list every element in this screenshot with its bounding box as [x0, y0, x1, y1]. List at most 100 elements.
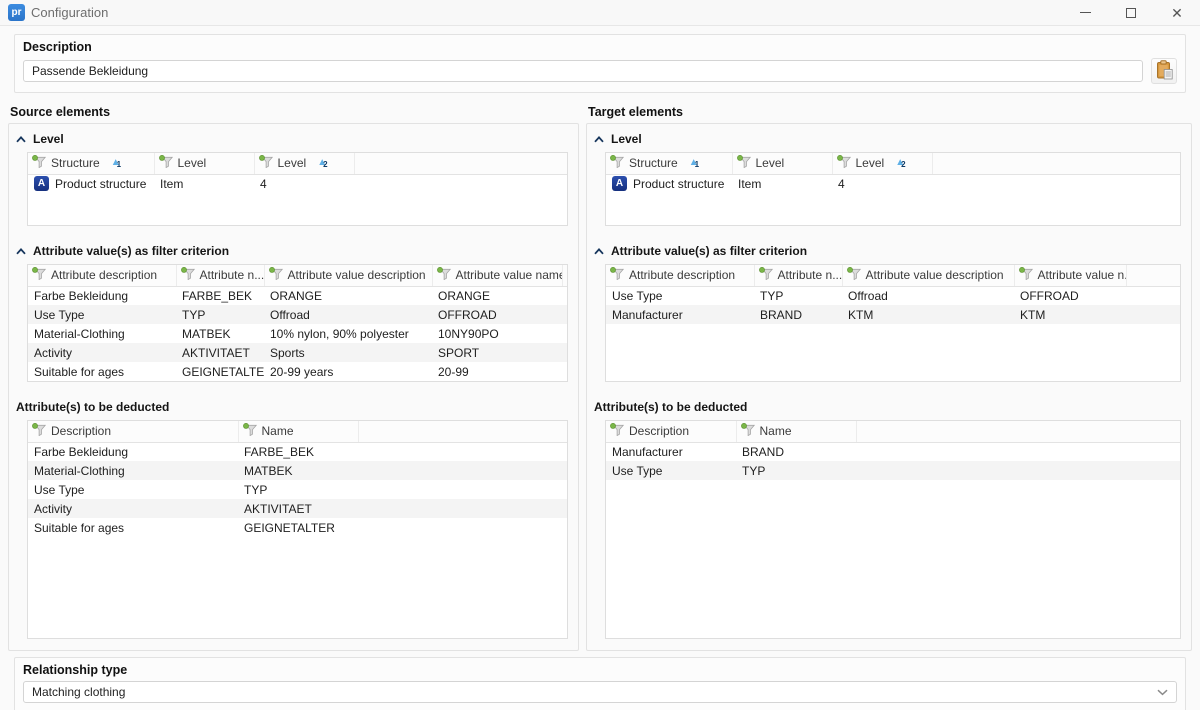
column-header[interactable]: Attribute value name	[432, 265, 562, 286]
table-row[interactable]: ManufacturerBRAND	[606, 442, 1180, 461]
column-header[interactable]: Level	[732, 153, 832, 174]
table-row[interactable]: Material-ClothingMATBEK	[28, 461, 567, 480]
table-cell: OFFROAD	[1014, 286, 1126, 305]
cell-text: AKTIVITAET	[244, 502, 312, 516]
table-cell: Item	[154, 174, 254, 193]
relationship-type-select[interactable]: Matching clothing	[23, 681, 1177, 703]
filter-icon[interactable]	[159, 155, 173, 171]
filter-icon[interactable]	[610, 267, 624, 283]
column-header[interactable]: Attribute n...	[754, 265, 842, 286]
cell-text: MATBEK	[244, 464, 292, 478]
table-row[interactable]: Suitable for agesGEIGNETALTER	[28, 518, 567, 537]
column-header[interactable]: Level▲2	[254, 153, 354, 174]
cell-text: KTM	[848, 308, 873, 322]
column-header[interactable]: Attribute description	[28, 265, 176, 286]
minimize-button[interactable]	[1062, 0, 1108, 25]
column-header[interactable]: Attribute description	[606, 265, 754, 286]
filter-icon[interactable]	[269, 267, 283, 283]
table-row[interactable]: Use TypeTYPOffroadOFFROAD	[606, 286, 1180, 305]
table-row[interactable]: Suitable for agesGEIGNETALTER20-99 years…	[28, 362, 567, 381]
source-elements-label: Source elements	[10, 105, 579, 123]
cell-text: AKTIVITAET	[182, 346, 250, 360]
filter-icon[interactable]	[1019, 267, 1033, 283]
filter-icon[interactable]	[741, 423, 755, 439]
table-row[interactable]: AProduct structureItem4	[606, 174, 1180, 193]
column-header[interactable]: Attribute n...	[176, 265, 264, 286]
source-deducted-table: Description Name Farbe BekleidungFARBE_BEK…	[27, 420, 568, 639]
filter-icon[interactable]	[32, 155, 46, 171]
filter-icon[interactable]	[437, 267, 451, 283]
cell-text: 10% nylon, 90% polyester	[270, 327, 409, 341]
column-header[interactable]: Name	[736, 421, 856, 442]
table-cell-filler	[358, 499, 567, 518]
column-header[interactable]: Description	[28, 421, 238, 442]
table-cell: BRAND	[754, 305, 842, 324]
table-row[interactable]: Use TypeTYP	[606, 461, 1180, 480]
filter-icon[interactable]	[847, 267, 861, 283]
column-header[interactable]: Attribute value description	[842, 265, 1014, 286]
table-cell: 20-99	[432, 362, 562, 381]
cell-text: TYP	[182, 308, 205, 322]
table-cell: Farbe Bekleidung	[28, 286, 176, 305]
section-header-source-level[interactable]: Level	[16, 132, 569, 146]
column-header[interactable]: Structure▲1	[606, 153, 732, 174]
clipboard-icon	[1154, 60, 1174, 83]
filter-icon[interactable]	[610, 155, 624, 171]
table-row[interactable]: Farbe BekleidungFARBE_BEKORANGEORANGE	[28, 286, 567, 305]
column-header[interactable]: Structure▲1	[28, 153, 154, 174]
filter-icon[interactable]	[259, 155, 273, 171]
description-input[interactable]	[23, 60, 1143, 82]
table-row[interactable]: ActivityAKTIVITAET	[28, 499, 567, 518]
table-cell: TYP	[736, 461, 856, 480]
table-row[interactable]: Material-ClothingMATBEK10% nylon, 90% po…	[28, 324, 567, 343]
maximize-button[interactable]	[1108, 0, 1154, 25]
table-cell: 20-99 years	[264, 362, 432, 381]
column-header-label: Name	[262, 424, 294, 438]
filter-icon[interactable]	[32, 423, 46, 439]
column-header-filler	[856, 421, 1180, 442]
title-bar: pr Configuration ✕	[0, 0, 1200, 26]
section-header-source-filter[interactable]: Attribute value(s) as filter criterion	[16, 244, 569, 258]
cell-text: GEIGNETALTER	[244, 521, 335, 535]
table-row[interactable]: ActivityAKTIVITAETSportsSPORT	[28, 343, 567, 362]
filter-icon[interactable]	[32, 267, 46, 283]
table-row[interactable]: ManufacturerBRANDKTMKTM	[606, 305, 1180, 324]
paste-button[interactable]	[1151, 58, 1177, 84]
filter-icon[interactable]	[243, 423, 257, 439]
collapse-chevron-icon	[16, 132, 26, 146]
column-header[interactable]: Level	[154, 153, 254, 174]
table-cell-filler	[856, 442, 1180, 461]
column-header[interactable]: Attribute value description	[264, 265, 432, 286]
source-panel: Level Structure▲1LevelLevel▲2AProduct st…	[8, 123, 579, 651]
section-header-target-level[interactable]: Level	[594, 132, 1182, 146]
column-header-filler	[358, 421, 567, 442]
table-cell: Farbe Bekleidung	[28, 442, 238, 461]
table-row[interactable]: Use TypeTYP	[28, 480, 567, 499]
column-header[interactable]: Description	[606, 421, 736, 442]
filter-icon[interactable]	[737, 155, 751, 171]
cell-text: TYP	[244, 483, 267, 497]
column-header-label: Level	[856, 156, 885, 170]
filter-icon[interactable]	[759, 267, 773, 283]
column-header-filler	[932, 153, 1180, 174]
sort-order-icon: ▲1	[111, 158, 121, 168]
table-cell: FARBE_BEK	[176, 286, 264, 305]
table-cell: FARBE_BEK	[238, 442, 358, 461]
cell-text: 4	[260, 177, 267, 191]
cell-text: Product structure	[633, 177, 724, 191]
column-header[interactable]: Level▲2	[832, 153, 932, 174]
filter-icon[interactable]	[610, 423, 624, 439]
close-button[interactable]: ✕	[1154, 0, 1200, 25]
column-header[interactable]: Name	[238, 421, 358, 442]
table-row[interactable]: AProduct structureItem4	[28, 174, 567, 193]
column-header[interactable]: Attribute value n...	[1014, 265, 1126, 286]
filter-icon[interactable]	[837, 155, 851, 171]
sort-order-icon: ▲1	[689, 158, 699, 168]
table-cell: Offroad	[264, 305, 432, 324]
table-row[interactable]: Use TypeTYPOffroadOFFROAD	[28, 305, 567, 324]
table-row[interactable]: Farbe BekleidungFARBE_BEK	[28, 442, 567, 461]
filter-icon[interactable]	[181, 267, 195, 283]
section-header-target-filter[interactable]: Attribute value(s) as filter criterion	[594, 244, 1182, 258]
column-header-label: Level	[178, 156, 207, 170]
table-cell-filler	[354, 174, 567, 193]
